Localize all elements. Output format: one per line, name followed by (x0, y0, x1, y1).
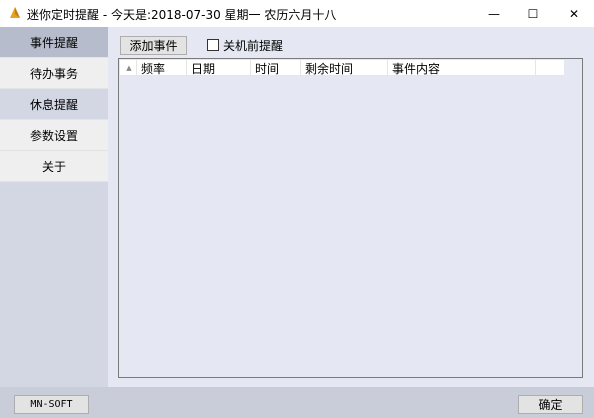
column-header-spacer (536, 60, 564, 76)
events-table[interactable]: ▲ 频率 日期 时间 剩余时间 事件内容 (118, 58, 583, 378)
window-title: 迷你定时提醒 - 今天是:2018-07-30 星期一 农历六月十八 (27, 8, 337, 22)
maximize-button[interactable]: ☐ (513, 0, 553, 27)
close-button[interactable]: ✕ (554, 0, 594, 27)
column-header-date[interactable]: 日期 (187, 60, 251, 76)
sidebar-item-todo[interactable]: 待办事务 (0, 58, 108, 89)
table-header: ▲ 频率 日期 时间 剩余时间 事件内容 (120, 60, 564, 76)
checkbox-box[interactable] (207, 39, 219, 51)
sidebar-item-rest-reminder[interactable]: 休息提醒 (0, 89, 108, 120)
sidebar-item-event-reminder[interactable]: 事件提醒 (0, 27, 108, 58)
main-panel: 添加事件 关机前提醒 ▲ 频率 日期 时间 剩余时间 事件内容 (108, 27, 594, 387)
window-body: 事件提醒 待办事务 休息提醒 参数设置 关于 添加事件 关机前提醒 ▲ 频率 日… (0, 27, 594, 418)
sort-indicator[interactable]: ▲ (120, 60, 137, 76)
sort-up-icon: ▲ (126, 64, 132, 72)
sidebar-item-settings[interactable]: 参数设置 (0, 120, 108, 151)
column-header-content[interactable]: 事件内容 (388, 60, 536, 76)
ok-button[interactable]: 确定 (518, 395, 583, 414)
sidebar-item-about[interactable]: 关于 (0, 151, 108, 182)
column-header-frequency[interactable]: 频率 (137, 60, 187, 76)
column-header-remaining[interactable]: 剩余时间 (301, 60, 388, 76)
title-bar: 迷你定时提醒 - 今天是:2018-07-30 星期一 农历六月十八 — ☐ ✕ (0, 0, 594, 27)
column-header-time[interactable]: 时间 (251, 60, 301, 76)
shutdown-remind-label: 关机前提醒 (223, 38, 284, 53)
close-icon: ✕ (568, 6, 580, 21)
app-logo-icon (10, 7, 20, 18)
minimize-icon: — (488, 6, 500, 21)
shutdown-remind-checkbox[interactable]: 关机前提醒 (207, 37, 283, 53)
footer-bar: MN-SOFT 确定 (0, 387, 594, 418)
brand-button[interactable]: MN-SOFT (14, 395, 89, 414)
minimize-button[interactable]: — (474, 0, 514, 27)
maximize-icon: ☐ (527, 6, 539, 21)
add-event-button[interactable]: 添加事件 (120, 36, 187, 55)
sidebar: 事件提醒 待办事务 休息提醒 参数设置 关于 (0, 27, 108, 387)
